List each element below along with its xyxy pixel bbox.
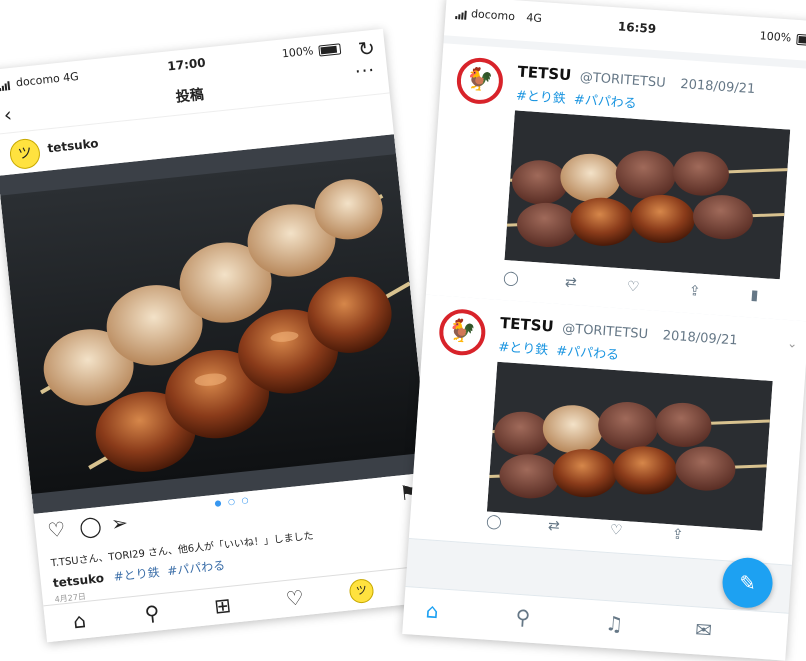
back-icon[interactable]: ‹ xyxy=(3,102,13,127)
search-icon[interactable]: ⚲ xyxy=(515,605,531,630)
clock: 16:59 xyxy=(617,19,657,37)
twitter-phone: docomo 4G 16:59 100% 🐓 TETSU @TORITETSU … xyxy=(402,0,806,661)
analytics-icon[interactable]: ▮ xyxy=(750,287,759,303)
signal-icon xyxy=(0,77,11,92)
signal-indicator: docomo 4G xyxy=(0,69,80,92)
share-icon[interactable]: ⇪ xyxy=(688,283,701,300)
carrier-label: docomo xyxy=(15,71,61,90)
chevron-down-icon[interactable]: ⌄ xyxy=(787,336,798,351)
carousel-dots: ● ○ ○ xyxy=(214,495,251,508)
battery-icon xyxy=(318,42,342,57)
carrier-label: docomo xyxy=(470,7,516,24)
tweet-text: #とり鉄 #パパわる xyxy=(515,84,641,112)
tweet[interactable]: 🐓 TETSU @TORITETSU 2018/09/21 ⌄ #とり鉄 #パパ… xyxy=(425,43,806,323)
battery-percent: 100% xyxy=(759,29,792,45)
handle: @TORITETSU xyxy=(579,69,667,91)
display-name: TETSU xyxy=(499,313,555,336)
add-icon[interactable]: ⊞ xyxy=(213,593,232,619)
heart-icon[interactable]: ♡ xyxy=(626,279,640,296)
share-icon[interactable]: ⇪ xyxy=(671,526,684,543)
retweet-icon[interactable]: ⇄ xyxy=(547,518,560,535)
mail-icon[interactable]: ✉ xyxy=(694,617,712,642)
handle: @TORITETSU xyxy=(561,321,649,343)
share-icon[interactable]: ➢ xyxy=(110,510,129,536)
battery-percent: 100% xyxy=(281,44,314,61)
display-name: TETSU xyxy=(517,62,572,85)
avatar[interactable]: ツ xyxy=(8,137,42,171)
comment-icon[interactable]: ◯ xyxy=(78,513,103,539)
post-photo[interactable] xyxy=(0,134,430,514)
more-icon[interactable]: ··· xyxy=(354,60,376,83)
retweet-icon[interactable]: ⇄ xyxy=(565,274,578,291)
system-indicators: 100% xyxy=(759,29,806,46)
bell-icon[interactable]: ♫ xyxy=(605,611,625,636)
username[interactable]: tetsuko xyxy=(47,136,99,155)
reply-icon[interactable]: ◯ xyxy=(486,513,503,530)
home-icon[interactable]: ⌂ xyxy=(72,608,87,633)
avatar[interactable]: 🐓 xyxy=(437,307,487,357)
heart-icon[interactable]: ♡ xyxy=(46,517,66,543)
heart-icon[interactable]: ♡ xyxy=(609,522,623,539)
signal-icon xyxy=(455,6,468,20)
reply-icon[interactable]: ◯ xyxy=(503,270,520,287)
network-label: 4G xyxy=(525,11,543,26)
avatar[interactable]: ツ xyxy=(348,577,375,605)
search-icon[interactable]: ⚲ xyxy=(143,600,160,625)
instagram-phone: docomo 4G 17:00 100% ↻ ‹ 投稿 ··· ツ tetsuk… xyxy=(0,28,443,643)
home-icon[interactable]: ⌂ xyxy=(425,598,439,623)
avatar[interactable]: 🐓 xyxy=(455,56,505,106)
compose-icon: ✎ xyxy=(738,570,757,596)
battery-icon xyxy=(796,33,806,46)
hashtag[interactable]: #パパわる xyxy=(573,93,637,112)
tweet-date: 2018/09/21 xyxy=(679,76,756,98)
system-indicators: 100% xyxy=(281,41,342,61)
page-title: 投稿 xyxy=(175,86,205,106)
hashtag[interactable]: #パパわる xyxy=(556,344,620,363)
clock: 17:00 xyxy=(166,55,207,74)
tweet[interactable]: 🐓 TETSU @TORITETSU 2018/09/21 ⌄ #とり鉄 #パパ… xyxy=(408,294,806,566)
tweet-text: #とり鉄 #パパわる xyxy=(498,336,624,364)
hashtag[interactable]: #とり鉄 xyxy=(515,88,566,106)
hashtag[interactable]: #とり鉄 xyxy=(113,565,160,584)
signal-indicator: docomo 4G xyxy=(455,6,542,25)
tweet-date: 2018/09/21 xyxy=(662,328,739,349)
tweet-photo[interactable] xyxy=(486,361,773,531)
hashtag[interactable]: #パパわる xyxy=(167,558,226,578)
tweet-photo[interactable] xyxy=(504,110,791,280)
heart-icon[interactable]: ♡ xyxy=(285,585,305,611)
caption-username[interactable]: tetsuko xyxy=(52,571,104,590)
network-label: 4G xyxy=(62,69,80,85)
hashtag[interactable]: #とり鉄 xyxy=(498,340,549,358)
